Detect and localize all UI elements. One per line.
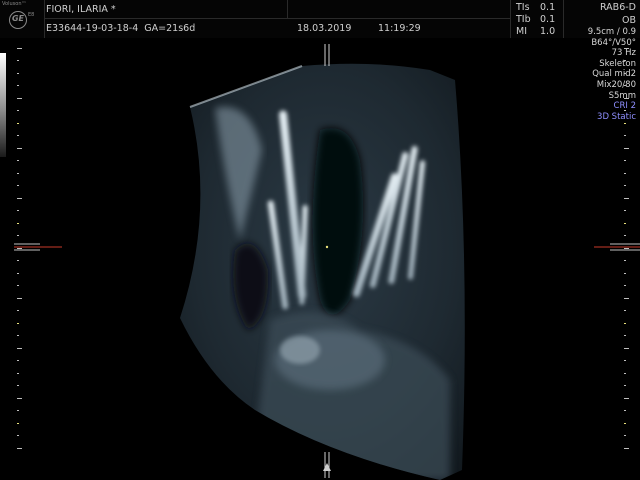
scale-tick (624, 298, 629, 299)
scale-tick (17, 98, 22, 99)
scale-minor-tick (17, 160, 19, 161)
scale-tick (17, 148, 22, 149)
scale-tick (17, 273, 19, 274)
scale-tick (624, 148, 629, 149)
scale-minor-tick (17, 135, 19, 136)
scale-tick (17, 298, 22, 299)
scale-tick (624, 273, 626, 274)
scale-tick (624, 323, 626, 324)
scale-minor-tick (624, 160, 626, 161)
scale-minor-tick (624, 285, 626, 286)
scale-minor-tick (17, 210, 19, 211)
scale-minor-tick (17, 85, 19, 86)
scale-minor-tick (17, 385, 19, 386)
scale-minor-tick (17, 310, 19, 311)
scan-sector (180, 63, 465, 480)
scale-tick (624, 98, 629, 99)
scale-minor-tick (17, 235, 19, 236)
scale-tick (624, 198, 629, 199)
scale-tick (17, 398, 22, 399)
scale-tick (17, 123, 19, 124)
scale-tick (17, 348, 22, 349)
scale-tick (17, 73, 19, 74)
scale-tick (17, 198, 22, 199)
scale-tick (624, 223, 626, 224)
scale-tick (624, 73, 626, 74)
scale-minor-tick (17, 60, 19, 61)
scale-minor-tick (624, 210, 626, 211)
scale-tick (17, 173, 19, 174)
scale-minor-tick (624, 235, 626, 236)
scale-tick (17, 448, 22, 449)
scale-minor-tick (17, 410, 19, 411)
scale-tick (624, 448, 629, 449)
scale-tick (624, 398, 629, 399)
scale-minor-tick (624, 435, 626, 436)
scale-minor-tick (624, 135, 626, 136)
scale-tick (17, 423, 19, 424)
scale-tick (624, 373, 626, 374)
scale-minor-tick (624, 410, 626, 411)
scale-tick (17, 323, 19, 324)
scale-minor-tick (17, 285, 19, 286)
scale-tick (17, 48, 22, 49)
scale-tick (17, 373, 19, 374)
scale-minor-tick (17, 185, 19, 186)
scale-minor-tick (624, 110, 626, 111)
scale-tick (624, 48, 629, 49)
scale-tick (624, 348, 629, 349)
scale-minor-tick (624, 360, 626, 361)
scale-minor-tick (17, 360, 19, 361)
scale-minor-tick (17, 110, 19, 111)
scale-minor-tick (624, 185, 626, 186)
scale-minor-tick (17, 435, 19, 436)
scale-minor-tick (624, 85, 626, 86)
ultrasound-image (14, 44, 640, 480)
scale-minor-tick (624, 310, 626, 311)
scale-minor-tick (624, 260, 626, 261)
scale-tick (624, 173, 626, 174)
scale-tick (624, 423, 626, 424)
scale-tick (17, 223, 19, 224)
scale-tick (17, 248, 22, 249)
scale-tick (624, 123, 626, 124)
scale-minor-tick (624, 385, 626, 386)
scale-minor-tick (17, 335, 19, 336)
scale-minor-tick (624, 335, 626, 336)
scale-minor-tick (17, 260, 19, 261)
scale-minor-tick (624, 60, 626, 61)
scale-tick (624, 248, 629, 249)
